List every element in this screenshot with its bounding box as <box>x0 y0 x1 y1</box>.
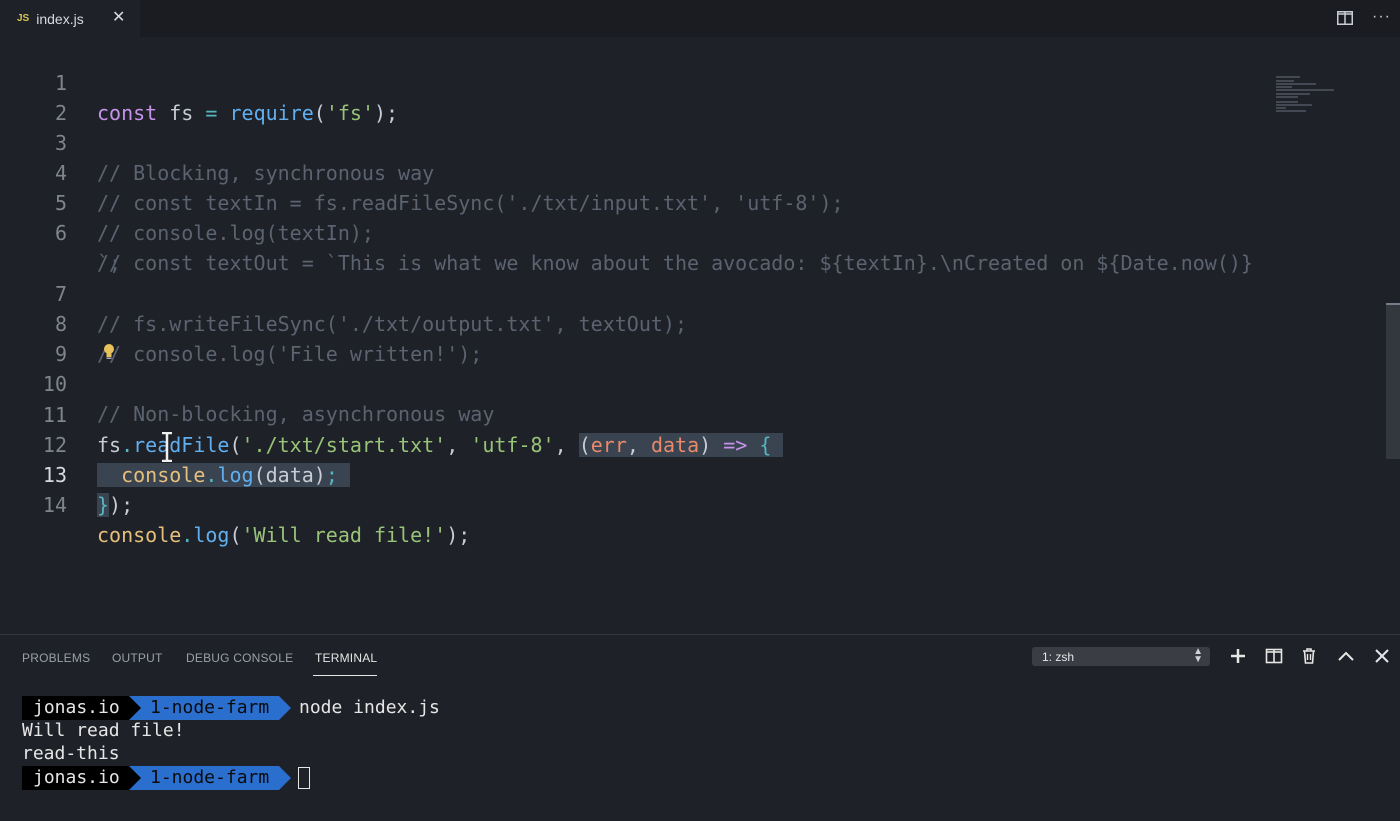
lightbulb-icon[interactable] <box>101 342 117 362</box>
editor-tab-bar: JS index.js ✕ ··· <box>0 0 1400 37</box>
prompt-dir-segment: 1-node-farm <box>129 766 279 790</box>
terminal-cursor[interactable] <box>298 767 310 789</box>
code-line: 7 // fs.writeFileSync('./txt/output.txt'… <box>0 249 1380 336</box>
prompt-dir: 1-node-farm <box>150 697 270 718</box>
prompt-dir-segment: 1-node-farm <box>129 696 279 720</box>
new-terminal-icon[interactable] <box>1229 647 1247 665</box>
maximize-panel-icon[interactable] <box>1337 647 1355 665</box>
tab-index-js[interactable]: JS index.js ✕ <box>0 0 140 37</box>
code-line: 3 // Blocking, synchronous way <box>0 98 1380 185</box>
code-line: 1 const fs = require('fs'); <box>0 38 1380 125</box>
text-cursor-icon <box>162 432 172 462</box>
split-terminal-icon[interactable] <box>1265 647 1283 665</box>
line-number: 14 <box>42 493 67 517</box>
code-line: 6 // const textOut = `This is what we kn… <box>0 188 1380 275</box>
tab-debug-console[interactable]: DEBUG CONSOLE <box>186 651 293 665</box>
scrollbar-thumb[interactable] <box>1386 304 1400 459</box>
code-text: console.log('Will read file!'); <box>97 523 471 547</box>
active-tab-indicator <box>313 675 377 676</box>
prompt-host-segment: jonas.io <box>22 696 129 720</box>
scrollbar-cursor-marker <box>1386 303 1400 305</box>
code-line: 9 <box>0 309 1380 366</box>
code-line-wrapped: `; <box>0 218 1380 275</box>
tab-filename: index.js <box>36 10 84 27</box>
code-line: 14 console.log('Will read file!'); <box>0 460 1380 547</box>
selection-highlight: } <box>97 493 110 517</box>
prompt-arrow-icon <box>129 696 141 720</box>
tab-output[interactable]: OUTPUT <box>112 651 163 665</box>
terminal-select[interactable]: 1: zsh ▲ ▼ <box>1032 647 1210 666</box>
bottom-panel: PROBLEMS OUTPUT DEBUG CONSOLE TERMINAL 1… <box>0 634 1400 821</box>
prompt-host: jonas.io <box>33 697 120 718</box>
terminal-select-value: 1: zsh <box>1042 650 1075 664</box>
terminal-output-line: read-this <box>22 743 120 764</box>
prompt-arrow-icon <box>279 696 291 720</box>
terminal-command: node index.js <box>299 697 440 718</box>
prompt-arrow-icon <box>279 766 291 790</box>
prompt-host: jonas.io <box>33 767 120 788</box>
prompt-dir: 1-node-farm <box>150 767 270 788</box>
editor-scrollbar[interactable] <box>1386 74 1400 671</box>
select-arrows-icon: ▲ ▼ <box>1193 646 1203 665</box>
code-editor[interactable]: 1 const fs = require('fs'); 2 3 // Block… <box>0 37 1400 634</box>
code-line: 5 // console.log(textIn); <box>0 158 1380 245</box>
prompt-arrow-icon <box>129 766 141 790</box>
prompt-host-segment: jonas.io <box>22 766 129 790</box>
code-line: 4 // const textIn = fs.readFileSync('./t… <box>0 128 1380 215</box>
close-tab-icon[interactable]: ✕ <box>112 9 125 27</box>
split-editor-icon[interactable] <box>1337 11 1353 25</box>
close-panel-icon[interactable] <box>1373 647 1391 665</box>
minimap[interactable] <box>1276 76 1336 112</box>
code-line: 2 <box>0 68 1380 125</box>
code-line: 11 fs.readFile('./txt/start.txt', 'utf-8… <box>0 370 1380 457</box>
terminal-output-line: Will read file! <box>22 720 185 741</box>
code-line: 12 console.log(data); <box>0 400 1380 487</box>
code-line: 13 }); <box>0 430 1380 517</box>
trash-icon[interactable] <box>1300 647 1318 665</box>
code-line: 10 // Non-blocking, asynchronous way <box>0 339 1380 426</box>
code-line: 8 // console.log('File written!'); <box>0 279 1380 366</box>
code-text: }); <box>97 493 134 517</box>
javascript-file-icon: JS <box>17 13 30 24</box>
tab-problems[interactable]: PROBLEMS <box>22 651 90 665</box>
tab-terminal[interactable]: TERMINAL <box>315 651 377 665</box>
more-actions-icon[interactable]: ··· <box>1372 8 1391 26</box>
